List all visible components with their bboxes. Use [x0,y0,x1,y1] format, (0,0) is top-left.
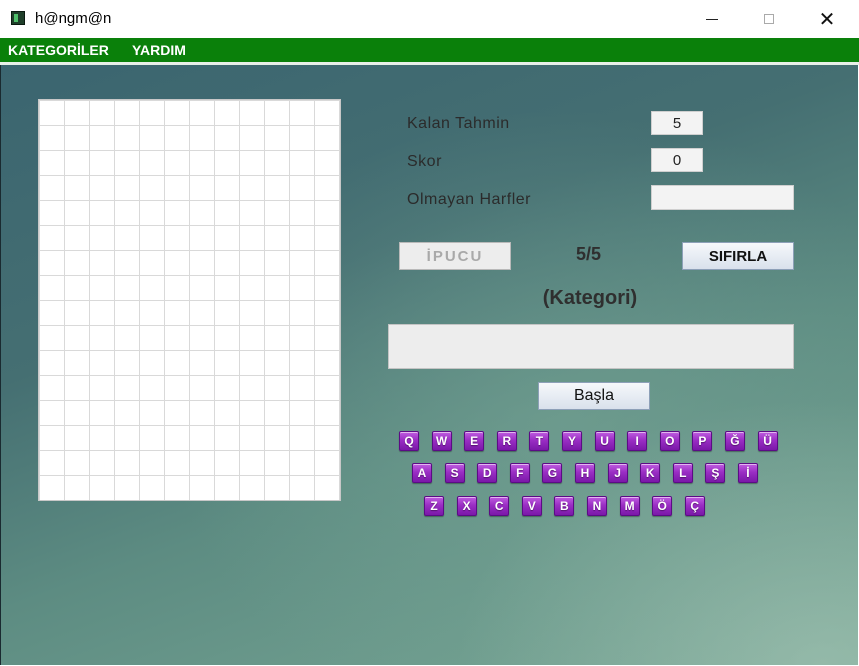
kalan-tahmin-label: Kalan Tahmin [407,115,510,132]
basla-button[interactable]: Başla [538,382,650,410]
olmayan-harfler-label: Olmayan Harfler [407,191,531,208]
letter-key[interactable]: G [542,463,563,483]
letter-key[interactable]: W [431,431,452,451]
letter-key[interactable]: Ö [652,496,673,516]
olmayan-harfler-field [651,185,794,210]
letter-key[interactable]: J [607,463,628,483]
ipucu-button[interactable]: İPUCU [399,242,511,270]
letter-key[interactable]: B [554,496,575,516]
letter-key[interactable]: F [509,463,530,483]
letter-key[interactable]: E [464,431,485,451]
letter-key[interactable]: P [692,431,713,451]
skor-field: 0 [651,148,703,172]
letter-key[interactable]: Q [399,431,419,451]
keyboard-row-1: QWERTYUIOPĞÜ [399,431,790,451]
letter-key[interactable]: H [574,463,595,483]
menu-yardim[interactable]: YARDIM [132,42,186,58]
title-bar: h@ngm@n ✕ [0,0,859,38]
letter-key[interactable]: Ğ [724,431,745,451]
letter-key[interactable]: K [640,463,661,483]
letter-key[interactable]: O [659,431,680,451]
hint-count: 5/5 [576,244,602,264]
maximize-icon [764,14,774,24]
skor-label: Skor [407,153,442,170]
category-title: (Kategori) [542,287,638,309]
letter-key[interactable]: Y [561,431,582,451]
letter-key[interactable]: D [477,463,498,483]
app-icon [11,11,25,25]
letter-key[interactable]: R [496,431,517,451]
letter-key[interactable]: L [672,463,693,483]
letter-key[interactable]: U [594,431,615,451]
minimize-button[interactable] [683,0,741,38]
letter-key[interactable]: Z [424,496,444,516]
maximize-button[interactable] [740,0,798,38]
letter-key[interactable]: T [529,431,550,451]
close-icon: ✕ [818,7,836,31]
letter-key[interactable]: C [489,496,510,516]
kalan-tahmin-field: 5 [651,111,703,135]
letter-key[interactable]: S [444,463,465,483]
letter-key[interactable]: Ü [757,431,778,451]
letter-key[interactable]: X [456,496,477,516]
letter-key[interactable]: N [586,496,607,516]
letter-key[interactable]: İ [737,463,758,483]
keyboard-row-2: ASDFGHJKLŞİ [412,463,771,483]
word-display-field [388,324,794,369]
letter-key[interactable]: V [521,496,542,516]
letter-key[interactable]: Ç [684,496,705,516]
letter-key[interactable]: Ş [705,463,726,483]
letter-key[interactable]: I [627,431,648,451]
window-title: h@ngm@n [35,10,112,27]
letter-key[interactable]: A [412,463,432,483]
menu-kategoriler[interactable]: KATEGORİLER [8,42,109,58]
letter-key[interactable]: M [619,496,640,516]
sifirla-button[interactable]: SIFIRLA [682,242,794,270]
keyboard-row-3: ZXCVBNMÖÇ [424,496,717,516]
minimize-icon [706,18,718,20]
menu-bar: KATEGORİLER YARDIM [0,38,859,65]
close-button[interactable]: ✕ [798,0,856,38]
